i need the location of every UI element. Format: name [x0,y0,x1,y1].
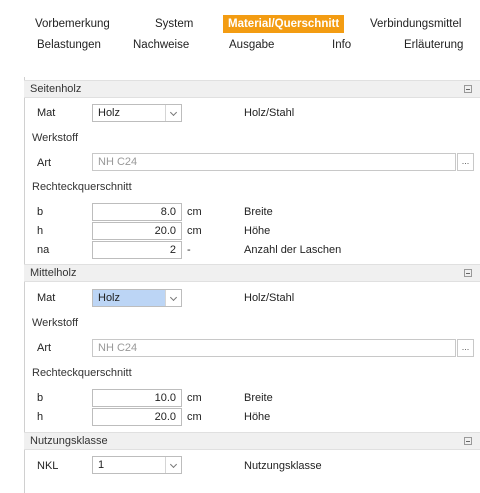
breite-input[interactable]: 8.0 [92,203,182,221]
section-title: Seitenholz [30,83,82,95]
section-mittelholz[interactable]: Mittelholz [24,264,480,282]
art-value: NH C24 [98,342,138,354]
art-value: NH C24 [98,156,138,168]
row-description: Anzahl der Laschen [244,244,342,256]
tab-vorbemerkung[interactable]: Vorbemerkung [35,15,110,33]
field-value: 2 [169,244,176,256]
collapse-icon[interactable] [464,437,472,445]
art-field[interactable]: NH C24 [92,339,456,357]
row-label: h [37,225,44,237]
field-value: 8.0 [160,206,176,218]
tab-material-querschnitt[interactable]: Material/Querschnitt [223,15,345,33]
field-value: 10.0 [154,392,176,404]
art-label: Art [37,342,52,354]
row-label: b [37,206,44,218]
mat-value: Holz [98,292,121,304]
tab-ausgabe[interactable]: Ausgabe [229,36,274,54]
mat-description: Holz/Stahl [244,107,295,119]
field-value: 20.0 [154,411,176,423]
row-description: Höhe [244,225,271,237]
hoehe-input[interactable]: 20.0 [92,222,182,240]
unit-label: cm [187,206,202,218]
tab-belastungen[interactable]: Belastungen [37,36,101,54]
mat-description: Holz/Stahl [244,292,295,304]
mat-label: Mat [37,292,56,304]
breite-input[interactable]: 10.0 [92,389,182,407]
laschen-input[interactable]: 2 [92,241,182,259]
unit-label: cm [187,411,202,423]
collapse-icon[interactable] [464,85,472,93]
row-label: h [37,411,44,423]
properties-panel [24,77,480,493]
unit-label: - [187,244,191,256]
querschnitt-label: Rechteckquerschnitt [32,181,132,193]
browse-button[interactable]: ... [457,339,474,357]
collapse-icon[interactable] [464,269,472,277]
row-description: Breite [244,206,273,218]
row-description: Höhe [244,411,271,423]
art-field[interactable]: NH C24 [92,153,456,171]
section-seitenholz[interactable]: Seitenholz [24,80,480,98]
hoehe-input[interactable]: 20.0 [92,408,182,426]
chevron-down-icon[interactable] [165,105,181,121]
nkl-label: NKL [37,460,59,472]
tab-verbindungsmittel[interactable]: Verbindungsmittel [370,15,461,33]
section-nutzungsklasse[interactable]: Nutzungsklasse [24,432,480,450]
werkstoff-label: Werkstoff [32,132,79,144]
nkl-description: Nutzungsklasse [244,460,322,472]
art-label: Art [37,157,52,169]
werkstoff-label: Werkstoff [32,317,79,329]
chevron-down-icon[interactable] [165,457,181,473]
mat-select[interactable]: Holz [92,289,182,307]
field-value: 20.0 [154,225,176,237]
browse-button[interactable]: ... [457,153,474,171]
tab-bar: Vorbemerkung System Material/Querschnitt… [0,0,480,70]
mat-label: Mat [37,107,56,119]
tab-info[interactable]: Info [332,36,351,54]
unit-label: cm [187,392,202,404]
mat-select[interactable]: Holz [92,104,182,122]
tab-nachweise[interactable]: Nachweise [133,36,189,54]
nkl-value: 1 [98,459,105,471]
row-label: na [37,244,50,256]
nkl-select[interactable]: 1 [92,456,182,474]
unit-label: cm [187,225,202,237]
chevron-down-icon[interactable] [165,290,181,306]
section-title: Nutzungsklasse [30,435,108,447]
tab-system[interactable]: System [155,15,193,33]
querschnitt-label: Rechteckquerschnitt [32,367,132,379]
row-label: b [37,392,44,404]
mat-value: Holz [98,107,121,119]
tab-erlaeuterung[interactable]: Erläuterung [404,36,463,54]
row-description: Breite [244,392,273,404]
section-title: Mittelholz [30,267,77,279]
